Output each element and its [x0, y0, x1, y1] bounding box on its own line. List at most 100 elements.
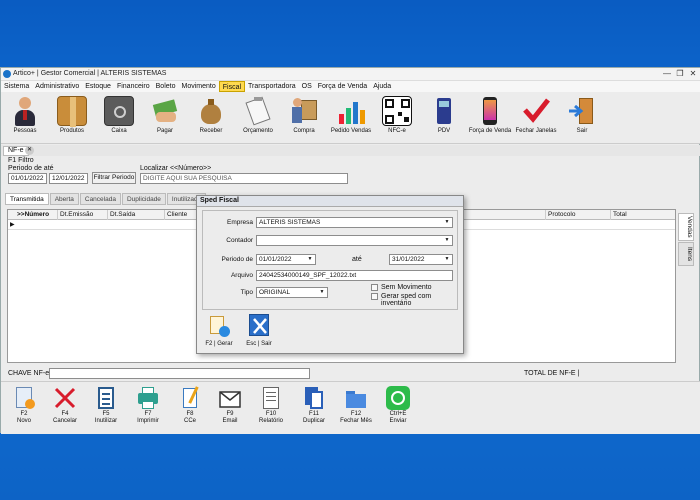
toolbar-receber-button[interactable]: Receber — [188, 96, 234, 134]
toolbar-label: Caixa — [111, 128, 127, 134]
toolbar-label: Fechar Janelas — [515, 128, 557, 134]
filter-section-label: F1 Filtro — [8, 157, 34, 164]
trolley-icon — [289, 96, 319, 126]
contador-label: Contador — [226, 237, 253, 244]
gerar-button[interactable]: F2 | Gerar — [202, 314, 236, 347]
tab-itens[interactable]: Itens — [678, 242, 694, 266]
cancelar-button[interactable]: F4 Cancelar — [48, 386, 82, 425]
date-from-field[interactable]: 01/01/2022 — [8, 173, 47, 184]
toolbar-nfce-button[interactable]: NFC-e — [374, 96, 420, 134]
dialog-title: Sped Fiscal — [197, 196, 463, 207]
fechar-mes-button[interactable]: F12 Fechar Mês — [339, 386, 373, 425]
tab-cancelada[interactable]: Cancelada — [79, 193, 121, 205]
toolbar-fechar-janelas-button[interactable]: Fechar Janelas — [513, 96, 559, 134]
tab-vendas[interactable]: Vendas — [678, 213, 694, 241]
document-tabs: NF-e ✕ — [1, 145, 700, 156]
col-dt-saida[interactable]: Dt.Saída — [110, 211, 135, 218]
tipo-label: Tipo — [240, 289, 253, 296]
toolbar-pdv-button[interactable]: PDV — [421, 96, 467, 134]
empresa-value: ALTERIS SISTEMAS — [259, 219, 321, 226]
toolbar-produtos-button[interactable]: Produtos — [49, 96, 95, 134]
tab-transmitida[interactable]: Transmitida — [5, 193, 49, 205]
imprimir-button[interactable]: F7 Imprimir — [131, 386, 165, 425]
safe-icon — [104, 96, 134, 126]
toolbar-label: Pagar — [156, 128, 173, 134]
toolbar-orcamento-button[interactable]: Orçamento — [235, 96, 281, 134]
toolbar-compra-button[interactable]: Compra — [281, 96, 327, 134]
calendar-dropdown-icon[interactable]: ▼ — [306, 255, 314, 264]
sair-button[interactable]: Esc | Sair — [242, 314, 276, 347]
correction-letter-icon — [178, 386, 202, 410]
col-total[interactable]: Total — [613, 211, 627, 218]
enviar-whatsapp-button[interactable]: Ctrl+E Enviar — [381, 386, 415, 425]
date-to-field[interactable]: 12/01/2022 — [49, 173, 88, 184]
menu-movimento[interactable]: Movimento — [179, 81, 219, 92]
chevron-down-icon[interactable]: ▼ — [443, 218, 451, 227]
checklist-icon — [94, 386, 118, 410]
menu-estoque[interactable]: Estoque — [82, 81, 114, 92]
menu-ajuda[interactable]: Ajuda — [370, 81, 394, 92]
date-from-value: 01/01/2022 — [259, 256, 292, 263]
duplicar-button[interactable]: F11 Duplicar — [297, 386, 331, 425]
window-title: Artico+ | Gestor Comercial | ALTERIS SIS… — [13, 70, 167, 77]
chevron-down-icon[interactable]: ▼ — [318, 288, 326, 297]
col-protocolo[interactable]: Protocolo — [548, 211, 575, 218]
clipboard-icon — [243, 96, 273, 126]
toolbar-caixa-button[interactable]: Caixa — [96, 96, 142, 134]
col-numero[interactable]: >>Número — [17, 211, 49, 218]
toolbar-label: Orçamento — [243, 128, 273, 134]
menu-administrativo[interactable]: Administrativo — [32, 81, 82, 92]
empresa-select[interactable]: ALTERIS SISTEMAS ▼ — [256, 217, 453, 228]
dialog-date-from-field[interactable]: 01/01/2022 ▼ — [256, 254, 316, 265]
menu-os[interactable]: OS — [299, 81, 315, 92]
menu-forca-de-venda[interactable]: Força de Venda — [315, 81, 370, 92]
toolbar-pedido-vendas-button[interactable]: Pedido Vendas — [328, 96, 374, 134]
tipo-select[interactable]: ORIGINAL ▼ — [256, 287, 328, 298]
tab-aberta[interactable]: Aberta — [49, 193, 79, 205]
inutilizar-button[interactable]: F5 Inutilizar — [89, 386, 123, 425]
close-tab-icon[interactable]: ✕ — [25, 146, 34, 155]
function-keys-bar: F2 Novo F4 Cancelar F5 Inutilizar F7 Impri — [1, 381, 700, 434]
novo-button[interactable]: F2 Novo — [7, 386, 41, 425]
menu-sistema[interactable]: Sistema — [1, 81, 32, 92]
minimize-icon[interactable]: — — [661, 69, 673, 78]
col-cliente[interactable]: Cliente — [167, 211, 187, 218]
cce-button[interactable]: F8 CCe — [173, 386, 207, 425]
fkey-label: Ctrl+E Enviar — [389, 411, 407, 424]
exit-door-icon — [567, 96, 597, 126]
filter-period-button[interactable]: Filtrar Periodo — [92, 172, 136, 184]
maximize-icon[interactable]: ❐ — [674, 69, 686, 78]
checkmark-icon — [521, 96, 551, 126]
menu-transportadora[interactable]: Transportadora — [245, 81, 299, 92]
toolbar-pagar-button[interactable]: Pagar — [142, 96, 188, 134]
relatorio-button[interactable]: F10 Relatório — [254, 386, 288, 425]
money-hand-icon — [150, 96, 180, 126]
toolbar-label: Receber — [199, 128, 223, 134]
sem-movimento-checkbox[interactable] — [371, 284, 378, 291]
menu-fiscal[interactable]: Fiscal — [218, 81, 246, 92]
tab-duplicidade[interactable]: Duplicidade — [121, 193, 166, 205]
toolbar-label: Compra — [293, 128, 315, 134]
menu-financeiro[interactable]: Financeiro — [114, 81, 153, 92]
calendar-dropdown-icon[interactable]: ▼ — [443, 255, 451, 264]
inventario-label: Gerar sped com inventário — [381, 293, 432, 307]
search-input[interactable]: DIGITE AQUI SUA PESQUISA — [140, 173, 348, 184]
gerar-label: F2 | Gerar — [205, 341, 233, 347]
contador-select[interactable]: ▼ — [256, 235, 453, 246]
toolbar-sair-button[interactable]: Sair — [559, 96, 605, 134]
fkey-label: F7 Imprimir — [137, 411, 159, 424]
chave-nfe-field[interactable] — [49, 368, 310, 379]
toolbar-label: Sair — [576, 128, 588, 134]
col-dt-emissao[interactable]: Dt.Emissão — [60, 211, 93, 218]
toolbar-forca-de-venda-button[interactable]: Força de Venda — [467, 96, 513, 134]
arquivo-field[interactable]: 24042534000149_SPF_12022.txt — [256, 270, 453, 281]
new-document-icon — [12, 386, 36, 410]
chevron-down-icon[interactable]: ▼ — [443, 236, 451, 245]
menu-boleto[interactable]: Boleto — [153, 81, 179, 92]
inventario-checkbox[interactable] — [371, 293, 378, 300]
dialog-date-to-field[interactable]: 31/01/2022 ▼ — [389, 254, 453, 265]
toolbar-pessoas-button[interactable]: Pessoas — [2, 96, 48, 134]
close-icon[interactable]: ✕ — [687, 69, 699, 78]
email-button[interactable]: F9 Email — [213, 386, 247, 425]
toolbar-label: Produtos — [59, 128, 84, 134]
